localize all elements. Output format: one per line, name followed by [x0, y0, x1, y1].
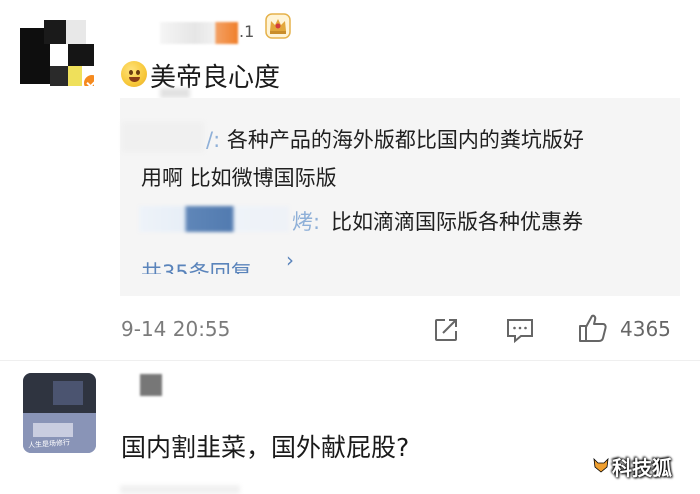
reply-text-line1: 各种产品的海外版都比国内的粪坑版好 [226, 128, 584, 152]
reply-author-blurred[interactable] [122, 122, 204, 152]
like-count: 4365 [620, 317, 671, 341]
avatar[interactable]: 人生是场修行 [23, 373, 96, 453]
reply-text: 比如滴滴国际版各种优惠券 [331, 210, 583, 234]
avatar[interactable] [20, 20, 94, 86]
comment-text: 国内割韭菜，国外献屁股? [121, 433, 410, 462]
chevron-right-icon[interactable]: › [286, 248, 294, 272]
reply-author-blurred[interactable] [139, 206, 289, 232]
reply-author-suffix: /: [206, 128, 221, 152]
crown-icon [265, 13, 291, 39]
watermark: 科技狐 [612, 456, 672, 480]
reply-text: /: 各种产品的海外版都比国内的粪坑版好 [206, 124, 584, 154]
reply-author-suffix: 烤: [292, 210, 321, 234]
share-icon[interactable] [432, 316, 460, 344]
more-replies-label: 共35条回复 [141, 261, 252, 274]
username-suffix: .1 [239, 22, 255, 41]
like-icon[interactable] [577, 312, 609, 344]
more-replies-link[interactable]: 共35条回复 [141, 248, 252, 274]
emoji-icon [121, 61, 147, 87]
blur-mask [120, 485, 240, 494]
timestamp: 9-14 20:55 [121, 317, 231, 341]
blur-mask [160, 88, 190, 98]
comment-icon[interactable] [505, 316, 535, 344]
reply-text-line2: 用啊 比如微博国际版 [141, 166, 337, 190]
username-blurred[interactable] [160, 22, 238, 44]
username-blurred[interactable] [140, 374, 162, 396]
fox-icon [593, 457, 609, 473]
divider [0, 360, 700, 361]
